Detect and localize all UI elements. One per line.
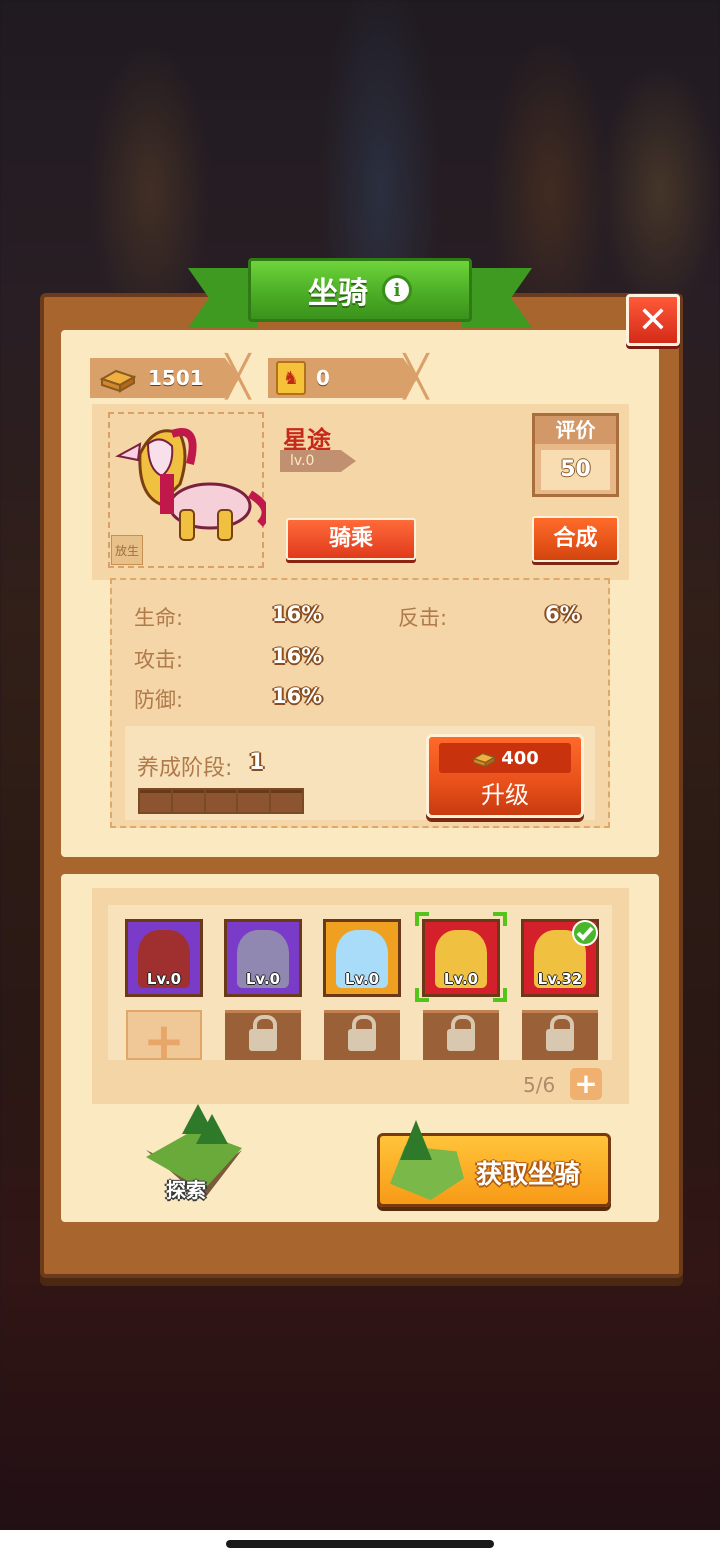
rating-box: 评价 50 [532,413,619,497]
mount-slot-level: Lv.0 [146,970,182,988]
locked-slot [225,1010,301,1060]
tree-icon [196,1114,228,1144]
mount-slot[interactable]: Lv.0 [125,919,203,997]
mount-ticket-icon: ♞ [276,361,306,395]
locked-slot [522,1010,598,1060]
tree-icon [400,1120,432,1160]
stat-value-defense: 16% [272,684,323,708]
upgrade-cost-value: 400 [501,747,539,769]
progress-segment [140,790,171,812]
mount-slot-level: Lv.0 [245,970,281,988]
training-progress-bar [138,788,304,814]
stat-label-hp: 生命: [134,606,184,630]
mount-slot-level: Lv.32 [537,970,583,988]
gold-bar-icon [472,752,497,768]
mount-slot[interactable]: Lv.0 [224,919,302,997]
stat-label-attack: 攻击: [134,648,184,672]
release-button[interactable]: 放生 [111,535,143,565]
upgrade-cost: 400 [439,743,571,773]
mount-slot-selected[interactable]: Lv.0 [422,919,500,997]
title-ribbon: 坐骑 i [248,258,472,322]
divider-x-icon: ╳ [226,354,251,400]
mount-name: 星途 [283,426,331,454]
close-button[interactable]: ✕ [626,294,680,346]
lock-icon [348,1015,376,1051]
upgrade-button[interactable]: 400 升级 [426,734,584,818]
gold-bar-icon [99,369,137,393]
progress-segment [172,790,204,812]
stat-value-counter: 6% [545,602,581,626]
add-capacity-button[interactable]: + [570,1068,602,1100]
upgrade-label: 升级 [481,781,529,809]
gold-currency-bar: 1501 [90,358,240,398]
selection-corner [415,988,429,1002]
divider-x-icon: ╳ [404,354,429,400]
rating-label: 评价 [535,416,616,444]
progress-segment [271,790,302,812]
add-mount-slot-button[interactable]: + [126,1010,202,1070]
locked-slot [324,1010,400,1060]
ticket-currency-bar: ♞ 0 [268,358,418,398]
page-title: 坐骑 [308,276,368,311]
lock-icon [546,1015,574,1051]
equipped-check-icon [572,920,598,946]
obtain-mount-label: 获取坐骑 [476,1160,581,1190]
mount-slot-level: Lv.0 [443,970,479,988]
rating-value: 50 [541,450,610,490]
mount-slot-level: Lv.0 [344,970,380,988]
explore-label: 探索 [166,1178,206,1202]
lock-icon [249,1015,277,1051]
locked-slot [423,1010,499,1060]
selection-corner [493,988,507,1002]
stat-label-defense: 防御: [134,688,184,712]
lock-icon [447,1015,475,1051]
info-icon[interactable]: i [382,275,412,305]
mount-level-tag: lv.0 [280,450,356,472]
gold-amount: 1501 [148,366,204,390]
training-stage-label: 养成阶段: [137,756,233,781]
home-indicator[interactable] [226,1540,494,1548]
obtain-mount-button[interactable]: 获取坐骑 [377,1120,611,1207]
selection-corner [493,912,507,926]
mount-slot[interactable]: Lv.0 [323,919,401,997]
explore-button[interactable]: 探索 [138,1100,248,1210]
selection-corner [415,912,429,926]
ticket-amount: 0 [316,366,330,390]
progress-segment [205,790,237,812]
mount-count: 5/6 [523,1073,556,1097]
ride-button[interactable]: 骑乘 [286,518,416,560]
combine-button[interactable]: 合成 [532,516,619,562]
training-stage-value: 1 [249,750,265,775]
progress-segment [238,790,270,812]
stat-value-attack: 16% [272,644,323,668]
stat-label-counter: 反击: [398,606,448,630]
stat-value-hp: 16% [272,602,323,626]
